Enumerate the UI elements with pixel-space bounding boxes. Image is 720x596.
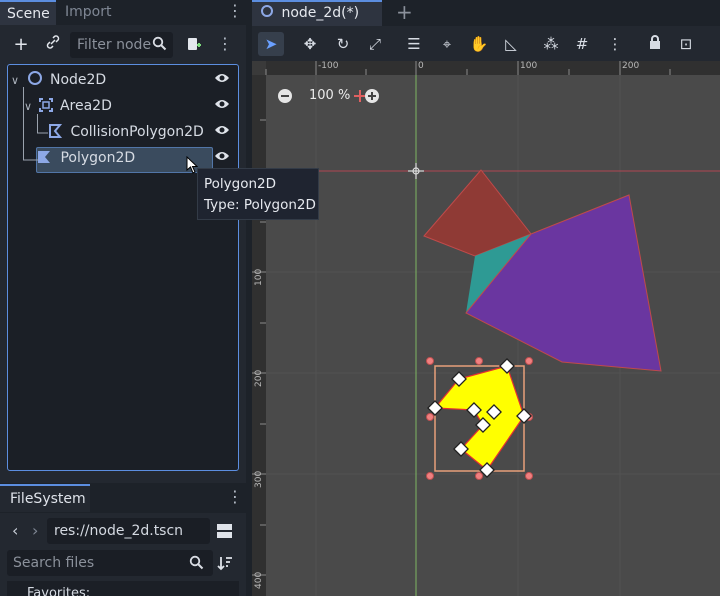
ruler-label-y-wrap: 100 xyxy=(252,264,266,288)
zoom-level[interactable]: 100 % xyxy=(309,86,350,106)
ruler-label-y-wrap: 300 xyxy=(252,466,266,490)
add-scene-tab-icon[interactable]: + xyxy=(396,0,413,24)
tree-item-label: Area2D xyxy=(59,98,112,114)
canvas-toolbar: ➤ ✥ ↻ ⤢ ☰ ⌖ ✋ ◺ ⁂ # ⋮ ⊡ xyxy=(252,26,720,61)
vertical-ruler xyxy=(252,75,266,596)
tab-filesystem[interactable]: FileSystem xyxy=(0,484,90,512)
instance-scene-icon[interactable] xyxy=(40,32,66,58)
ruler-label-y-wrap: 400 xyxy=(252,567,266,591)
area2d-icon xyxy=(38,98,53,112)
ruler-tool-icon[interactable]: ◺ xyxy=(498,32,524,56)
scene-tree: ∨ Node2D ∨ Area2D CollisionPolygon2D Pol… xyxy=(7,64,239,471)
ruler-label-x: 200 xyxy=(622,61,640,71)
visibility-eye-icon[interactable] xyxy=(214,150,230,166)
ruler-label-x: 0 xyxy=(418,61,424,71)
ruler-label-y: 300 xyxy=(254,470,264,488)
move-tool-icon[interactable]: ✥ xyxy=(297,32,323,56)
attach-script-icon[interactable] xyxy=(186,36,202,56)
tab-scene[interactable]: Scene xyxy=(0,0,56,25)
tree-row-node2d[interactable]: ∨ Node2D xyxy=(11,67,106,93)
select-tool-icon[interactable]: ➤ xyxy=(258,32,284,56)
node-tooltip: Polygon2D Type: Polygon2D xyxy=(197,168,319,220)
zoom-in-icon[interactable] xyxy=(364,88,380,108)
back-arrow-icon[interactable]: ‹ xyxy=(12,521,18,540)
visibility-eye-icon[interactable] xyxy=(214,124,230,140)
collapse-arrow-icon[interactable]: ∨ xyxy=(24,100,32,113)
add-node-button[interactable]: + xyxy=(8,32,34,58)
group-icon[interactable]: ⊡ xyxy=(673,32,699,56)
path-field[interactable]: res://node_2d.tscn xyxy=(47,518,210,544)
lock-icon[interactable] xyxy=(642,32,668,56)
tree-row-area2d[interactable]: ∨ Area2D xyxy=(24,93,112,119)
ruler-label-x: 100 xyxy=(520,61,538,71)
snap-options-icon[interactable]: ⋮ xyxy=(602,32,628,56)
ruler-label-y: 200 xyxy=(254,369,264,387)
ruler-label-y-wrap: 200 xyxy=(252,365,266,389)
search-icon xyxy=(189,555,204,574)
ruler-label-x: -100 xyxy=(318,61,339,71)
zoom-out-icon[interactable] xyxy=(277,88,293,108)
origin-crosshair-icon xyxy=(408,163,424,179)
favorites-label: Favorites: xyxy=(27,586,91,596)
ruler-label-y: 400 xyxy=(254,571,264,589)
scene-dock-menu-icon[interactable]: ⋮ xyxy=(227,2,243,22)
scene-tab-node2d[interactable]: node_2d(*) ✕ xyxy=(252,0,382,43)
collapse-arrow-icon[interactable]: ∨ xyxy=(11,74,19,87)
sort-icon[interactable] xyxy=(217,555,233,575)
search-files-placeholder: Search files xyxy=(13,555,95,571)
grid-snap-icon[interactable]: # xyxy=(569,32,595,56)
tree-item-label: CollisionPolygon2D xyxy=(70,124,204,140)
canvas-viewport[interactable]: -100 0 100 200 0 100 200 300 400 xyxy=(252,61,720,596)
collision-polygon-icon xyxy=(49,124,63,138)
tree-row-polygon2d[interactable]: Polygon2D xyxy=(37,145,135,171)
search-icon xyxy=(152,36,167,55)
pan-tool-icon[interactable]: ✋ xyxy=(466,32,492,56)
yellow-polygon xyxy=(433,365,525,471)
scene-dock: Scene Import ⋮ + Filter node ⋮ ∨ Node2D … xyxy=(0,0,246,596)
tooltip-title: Polygon2D xyxy=(204,176,277,192)
ruler-label-y: 100 xyxy=(254,268,264,286)
node2d-icon xyxy=(261,5,273,17)
scene-tab-label: node_2d(*) xyxy=(281,5,360,21)
mouse-cursor-icon xyxy=(186,155,199,178)
path-value: res://node_2d.tscn xyxy=(54,523,184,539)
scene-tree-menu-icon[interactable]: ⋮ xyxy=(217,35,233,55)
tree-row-collision-polygon2d[interactable]: CollisionPolygon2D xyxy=(48,119,204,145)
canvas-drawing xyxy=(252,61,720,596)
tooltip-type: Type: Polygon2D xyxy=(204,197,316,213)
tree-item-label: Node2D xyxy=(49,72,107,88)
list-select-icon[interactable]: ☰ xyxy=(401,32,427,56)
forward-arrow-icon[interactable]: › xyxy=(32,521,38,540)
rotate-tool-icon[interactable]: ↻ xyxy=(330,32,356,56)
tab-import[interactable]: Import xyxy=(58,0,118,25)
search-files-input[interactable]: Search files xyxy=(7,550,213,576)
filesystem-menu-icon[interactable]: ⋮ xyxy=(227,488,243,508)
visibility-eye-icon[interactable] xyxy=(214,98,230,114)
split-view-icon[interactable] xyxy=(216,522,233,543)
scale-tool-icon[interactable]: ⤢ xyxy=(362,32,388,56)
visibility-eye-icon[interactable] xyxy=(214,72,230,88)
filter-placeholder: Filter node xyxy=(77,37,152,53)
polygon2d-icon xyxy=(38,151,50,163)
tree-item-label: Polygon2D xyxy=(60,150,136,166)
node2d-icon xyxy=(27,71,42,85)
smart-snap-icon[interactable]: ⁂ xyxy=(538,32,564,56)
filesystem-tree: Favorites: xyxy=(7,581,239,596)
pivot-tool-icon[interactable]: ⌖ xyxy=(434,32,460,56)
